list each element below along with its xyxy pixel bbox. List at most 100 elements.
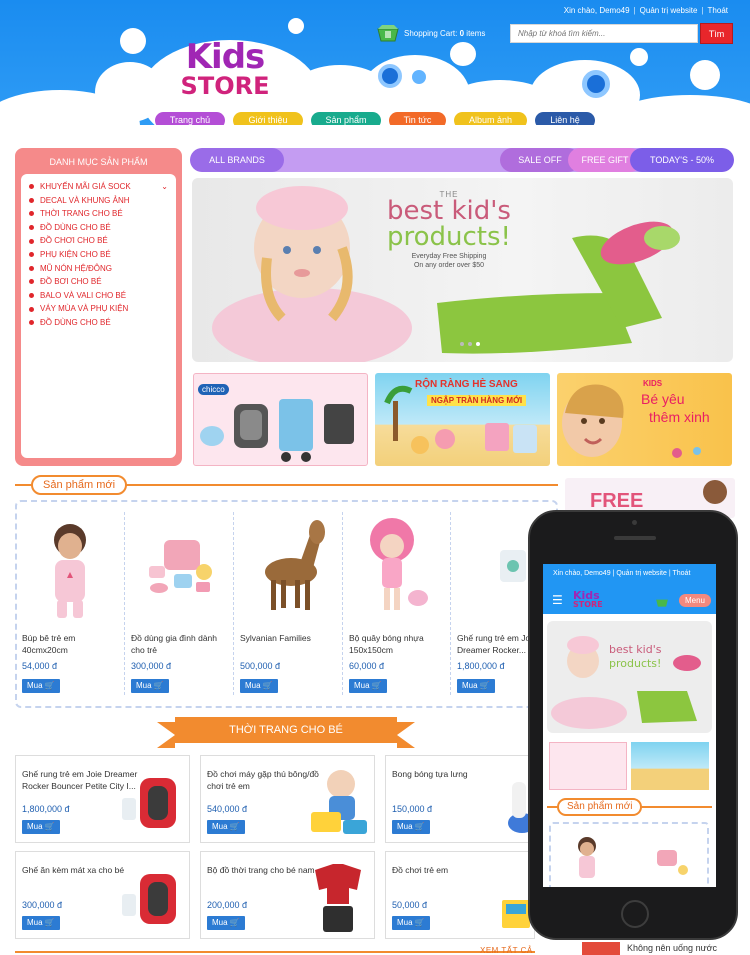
nav-news[interactable]: Tin tức	[389, 112, 446, 125]
product-card[interactable]: Bộ quây bóng nhựa 150x150cm 60,000 đ Mua…	[342, 510, 446, 700]
category-item[interactable]: Thời trang cho bé	[29, 207, 168, 221]
doll-image	[54, 524, 86, 618]
buy-button[interactable]: Mua 🛒	[392, 820, 430, 834]
bullet-icon	[29, 293, 34, 299]
todays-deal-tab[interactable]: TODAY'S - 50%	[630, 148, 734, 172]
buy-button[interactable]: Mua 🛒	[207, 916, 245, 930]
product-price: 300,000 đ	[131, 661, 172, 671]
product-card[interactable]: Đồ chơi trẻ em 50,000 đ Mua 🛒	[385, 851, 535, 939]
buy-label: Mua	[397, 822, 413, 831]
all-brands-tab[interactable]: ALL BRANDS	[190, 148, 284, 172]
product-card[interactable]: Ghế rung trẻ em Joie Dreamer Rocker Boun…	[15, 755, 190, 843]
cart-icon	[377, 25, 399, 42]
category-label: Đồ dùng cho bé	[40, 222, 111, 232]
greeting-link[interactable]: Xin chào, Demo49	[564, 6, 630, 15]
product-card[interactable]: Sylvanian Families 500,000 đ Mua 🛒	[233, 510, 337, 700]
logout-link[interactable]: Thoát	[708, 6, 728, 15]
promo-kids[interactable]: KIDS Bé yêu thêm xinh	[557, 373, 732, 466]
side-article-title[interactable]: Không nên uống nước	[627, 943, 717, 953]
category-item[interactable]: Decal và khung ảnh	[29, 194, 168, 208]
product-card[interactable]: Đồ chơi máy gặp thú bông/đồ chơi trẻ em …	[200, 755, 375, 843]
mobile-greeting[interactable]: Xin chào, Demo49	[553, 570, 611, 577]
product-card[interactable]: Búp bê trẻ em 40cmx20cm 54,000 đ Mua 🛒	[15, 510, 119, 700]
view-all-link[interactable]: XEM TẤT CẢ	[480, 946, 533, 955]
buy-button[interactable]: Mua 🛒	[207, 820, 245, 834]
category-item[interactable]: Đồ dùng cho bé	[29, 316, 168, 330]
buy-button[interactable]: Mua 🛒	[22, 916, 60, 930]
cloud-shape	[288, 18, 304, 34]
category-label: Decal và khung ảnh	[40, 195, 130, 205]
section-title-new-products: Sản phẩm mới	[31, 475, 128, 495]
product-card[interactable]: Đồ dùng gia đình dành cho trẻ 300,000 đ …	[124, 510, 228, 700]
mobile-promo-summer[interactable]	[631, 742, 709, 790]
mobile-admin-link[interactable]: Quản trị website	[616, 570, 667, 577]
cart-icon: 🛒	[479, 681, 490, 690]
hero-banner[interactable]: THE best kid's products! Everyday Free S…	[192, 178, 733, 362]
bubble-shape	[690, 60, 720, 90]
category-item[interactable]: Váy mùa và phụ kiện	[29, 302, 168, 316]
bullet-icon	[29, 211, 34, 217]
category-item[interactable]: Đồ chơi cho bé	[29, 234, 168, 248]
category-label: Đồ chơi cho bé	[40, 236, 108, 246]
nav-about[interactable]: Giới thiệu	[233, 112, 303, 125]
buy-label: Mua	[27, 681, 43, 690]
nav-contact[interactable]: Liên hệ	[535, 112, 595, 125]
category-label: Đồ dùng cho bé	[40, 317, 111, 327]
category-item[interactable]: Khuyến mãi giá sock ⌄	[29, 180, 168, 194]
mobile-top-links: Xin chào, Demo49 | Quản trị website | Th…	[553, 570, 691, 577]
product-name[interactable]: Đồ dùng gia đình dành cho trẻ	[131, 632, 231, 656]
search-button[interactable]: Tìm	[700, 23, 733, 44]
buy-label: Mua	[397, 918, 413, 927]
product-name[interactable]: Sylvanian Families	[240, 632, 340, 644]
mobile-cart-icon[interactable]	[655, 596, 669, 608]
site-logo[interactable]: Kids STORE	[160, 40, 290, 98]
shopping-cart[interactable]: Shopping Cart: 0 items	[376, 23, 485, 43]
nav-home[interactable]: Trang chủ	[155, 112, 225, 125]
buy-button[interactable]: Mua 🛒	[457, 679, 495, 693]
category-item[interactable]: Đồ bơi cho bé	[29, 275, 168, 289]
product-name[interactable]: Bộ quây bóng nhựa 150x150cm	[349, 632, 449, 656]
hamburger-icon[interactable]: ☰	[552, 594, 563, 606]
bubble-shape	[412, 70, 426, 84]
buy-button[interactable]: Mua 🛒	[22, 679, 60, 693]
buy-button[interactable]: Mua 🛒	[240, 679, 278, 693]
mobile-menu-button[interactable]: Menu	[678, 594, 711, 607]
admin-link[interactable]: Quản trị website	[640, 6, 698, 15]
mobile-logout-link[interactable]: Thoát	[673, 570, 691, 577]
product-name[interactable]: Búp bê trẻ em 40cmx20cm	[22, 632, 122, 656]
mobile-banner[interactable]: best kid's products!	[547, 621, 712, 733]
product-card[interactable]: Ghế ăn kèm mát xa cho bé 300,000 đ Mua 🛒	[15, 851, 190, 939]
mobile-household-image	[657, 850, 688, 875]
bubble-shape	[630, 48, 648, 66]
promo-chicco[interactable]: chicco	[193, 373, 368, 466]
home-button[interactable]	[621, 900, 649, 928]
nav-products[interactable]: Sản phẩm	[311, 112, 381, 125]
buy-button[interactable]: Mua 🛒	[349, 679, 387, 693]
mobile-promo-chicco[interactable]	[549, 742, 627, 790]
category-item[interactable]: Phụ kiện cho bé	[29, 248, 168, 262]
search-input[interactable]	[510, 24, 698, 43]
banner-shipping: Everyday Free Shipping	[411, 253, 487, 260]
buy-button[interactable]: Mua 🛒	[22, 820, 60, 834]
promo-summer[interactable]: RỘN RÀNG HÈ SANG NGẬP TRÀN HÀNG MỚI	[375, 373, 550, 466]
cloud-shape	[638, 105, 658, 123]
cart-items-label: items	[466, 28, 486, 38]
buy-label: Mua	[462, 681, 478, 690]
buy-button[interactable]: Mua 🛒	[392, 916, 430, 930]
nav-album[interactable]: Album ảnh	[454, 112, 527, 125]
product-price: 50,000 đ	[392, 900, 428, 910]
chevron-down-icon[interactable]: ⌄	[161, 180, 168, 194]
site-header: Xin chào, Demo49 | Quản trị website | Thoát …	[0, 0, 750, 125]
category-item[interactable]: Balo và vali cho bé	[29, 289, 168, 303]
banner-line1: best kid's	[387, 196, 511, 226]
product-price: 54,000 đ	[22, 661, 58, 671]
cart-icon: 🛒	[44, 681, 55, 690]
cloud-shape	[450, 42, 476, 66]
product-price: 1,800,000 đ	[457, 661, 505, 671]
product-card[interactable]: Bong bóng tựa lưng 150,000 đ Mua 🛒	[385, 755, 535, 843]
mobile-logo-store[interactable]: STORE	[573, 601, 603, 609]
category-item[interactable]: Mũ nón hệ/đông	[29, 262, 168, 276]
product-card[interactable]: Bộ đồ thời trang cho bé nam 200,000 đ Mu…	[200, 851, 375, 939]
buy-button[interactable]: Mua 🛒	[131, 679, 169, 693]
category-item[interactable]: Đồ dùng cho bé	[29, 221, 168, 235]
